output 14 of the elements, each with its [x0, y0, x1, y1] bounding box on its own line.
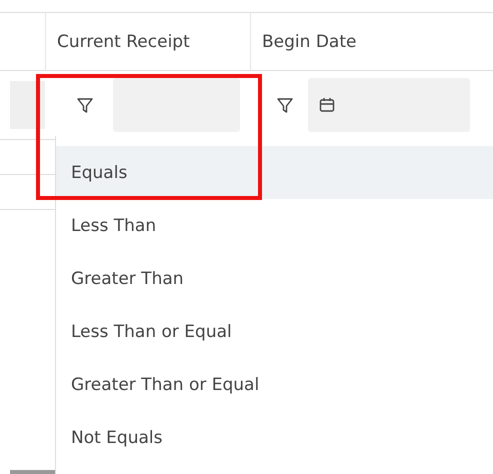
filter-icon [76, 96, 94, 114]
column-header[interactable]: Current Receipt [57, 32, 190, 52]
scrollbar[interactable] [10, 470, 55, 474]
filter-input[interactable] [113, 78, 240, 132]
filter-icon [276, 96, 294, 114]
filter-option[interactable]: Greater Than [56, 252, 493, 305]
filter-option[interactable]: Less Than [56, 199, 493, 252]
filter-option[interactable]: Less Than or Equal [56, 305, 493, 358]
filter-option[interactable]: Not Equals [56, 411, 493, 464]
calendar-icon [318, 96, 336, 114]
filter-option[interactable]: Greater Than or Equal [56, 358, 493, 411]
filter-option[interactable]: Equals [56, 146, 493, 199]
column-header[interactable]: Begin Date [262, 32, 356, 52]
date-input[interactable] [308, 78, 470, 132]
